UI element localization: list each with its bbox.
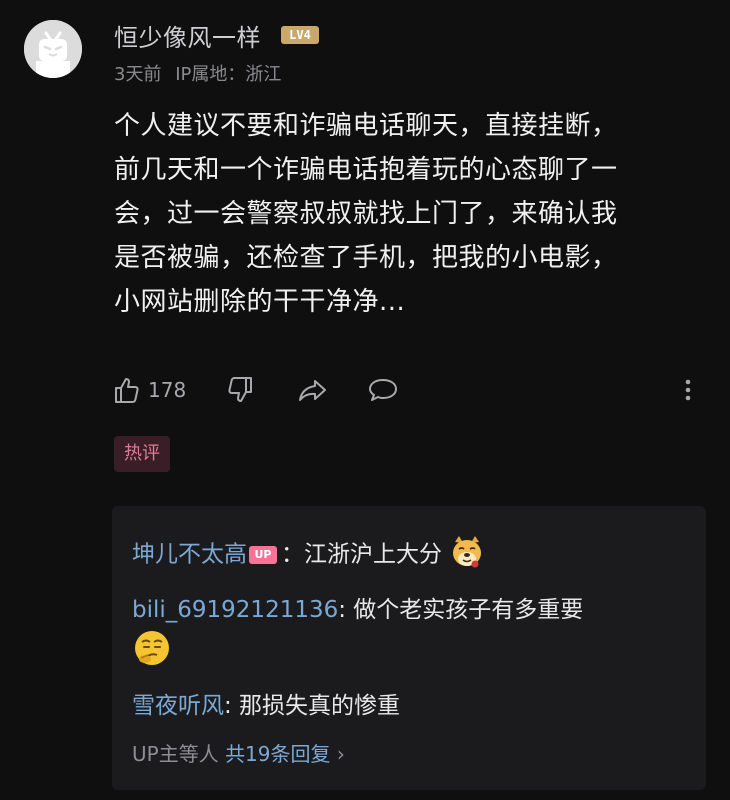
comment-line: 会，过一会警察叔叔就找上门了，来确认我 [114,199,618,229]
more-replies-count: 共19条回复 [225,742,331,766]
share-button[interactable] [296,370,330,410]
thumb-up-icon [115,378,139,403]
reply-item: 雪夜听风: 那损失真的惨重 [132,686,400,720]
level-badge: LV4 [281,26,319,44]
reply-item: 坤儿不太高 UP ：江浙沪上大分 [132,534,485,576]
thumb-down-icon [228,377,252,402]
up-badge: UP [249,546,277,564]
share-icon [299,380,326,401]
comment-username[interactable]: 恒少像风一样 [114,18,261,53]
more-options-button[interactable] [680,370,696,410]
thinking-emoji [132,628,172,674]
comment-line: 小网站删除的干干净净... [114,287,406,317]
more-replies-prefix: UP主等人 [132,742,219,766]
comment-meta: 3天前 IP属地：浙江 [114,60,289,86]
comment-line: 是否被骗，还检查了手机，把我的小电影， [114,243,618,273]
more-vertical-icon [685,379,691,401]
hot-comment-tag: 热评 [114,436,170,472]
chevron-right-icon: › [336,742,345,766]
comment-line: 个人建议不要和诈骗电话聊天，直接挂断， [114,111,618,141]
user-avatar[interactable] [24,20,82,78]
chat-icon [369,379,397,401]
reply-text: : 做个老实孩子有多重要 [338,597,584,623]
dislike-button[interactable] [225,370,257,410]
reply-text: : 那损失真的惨重 [224,693,401,719]
reply-username[interactable]: 坤儿不太高 [132,542,247,568]
comment-time: 3天前 [114,64,162,85]
view-more-replies[interactable]: UP主等人 共19条回复 › [132,738,345,767]
avatar-tv-icon [24,20,82,78]
ip-location: IP属地：浙江 [175,64,282,85]
reply-username[interactable]: bili_69192121136 [132,597,338,623]
like-count: 178 [148,378,187,402]
reply-button[interactable] [366,370,400,410]
like-button[interactable]: 178 [110,370,186,410]
comment-line: 前几天和一个诈骗电话抱着玩的心态聊了一 [114,155,618,185]
doge-emoji [449,534,485,576]
replies-panel: 坤儿不太高 UP ：江浙沪上大分 bili_69192121136: 做个老实孩子有… [112,506,706,790]
comment-actions: 178 [110,370,710,410]
comment-body: 个人建议不要和诈骗电话聊天，直接挂断， 前几天和一个诈骗电话抱着玩的心态聊了一 … [114,104,704,324]
reply-username[interactable]: 雪夜听风 [132,693,224,719]
reply-text: ：江浙沪上大分 [281,541,442,568]
reply-emoji-line [132,628,172,674]
reply-item: bili_69192121136: 做个老实孩子有多重要 [132,590,583,624]
